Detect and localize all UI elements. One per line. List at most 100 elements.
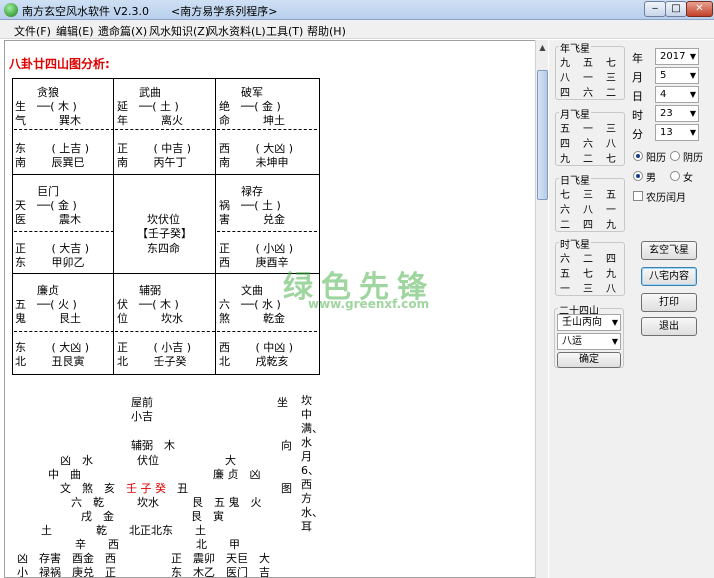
close-button[interactable]: ✕ [686,1,713,17]
hour-select[interactable]: 23 ▼ [655,105,699,122]
cell-line: 年 离火 [117,114,183,127]
cell-line: 位 坎水 [117,312,183,325]
hour-star: 二 [583,254,593,265]
menu-yiming[interactable]: 遗命篇(X) [98,23,147,39]
menu-edit[interactable]: 编辑(E) [56,23,94,39]
year-star-label: 年飞星 [559,40,591,55]
print-button[interactable]: 打印 [641,293,697,312]
month-star: 三 [606,124,616,135]
watermark-url: www.greenxf.com [308,297,430,311]
minimize-button[interactable]: ‒ [644,1,666,17]
cell-line: 命 坤土 [219,114,285,127]
dropdown-arrow-icon: ▼ [611,318,618,327]
grid-bottom-border [12,374,320,375]
xuankong-button[interactable]: 玄空飞星 [641,241,697,260]
analysis-document: 八卦廿四山图分析: 贪狼 生 ──( 木 ) 气 巽木 东 ( 上吉 ) 南 辰… [4,40,548,578]
grid-divider [12,174,320,175]
year-star: 七 [606,58,616,69]
year-star: 六 [583,88,593,99]
day-select[interactable]: 4 ▼ [655,86,699,103]
month-star: 五 [560,124,570,135]
male-label: 男 [646,173,656,184]
grid-right-border [319,78,320,374]
sit-label: 坐 [277,396,288,409]
menu-tools[interactable]: 工具(T) [266,23,303,39]
month-label: 月 [632,71,643,84]
day-star: 六 [560,205,570,216]
center-ming: 东四命 [147,242,180,255]
scroll-up-icon[interactable]: ▲ [537,42,548,53]
female-radio[interactable] [670,171,680,181]
hour-label: 时 [632,109,643,122]
hour-star: 六 [560,254,570,265]
hour-star: 一 [560,284,570,295]
cell-separator [14,231,114,232]
year-star: 二 [606,88,616,99]
yun-select[interactable]: 八运 ▼ [557,333,621,350]
male-radio[interactable] [633,171,643,181]
female-label: 女 [683,173,693,184]
year-star: 九 [560,58,570,69]
dropdown-arrow-icon: ▼ [689,109,696,118]
day-star: 五 [606,190,616,201]
day-star: 三 [583,190,593,201]
minute-select[interactable]: 13 ▼ [655,124,699,141]
day-star: 一 [606,205,616,216]
hour-star: 三 [583,284,593,295]
cell-line: 医 震木 [15,213,81,226]
hour-star: 八 [606,284,616,295]
cell-line: 北 丑艮寅 [15,355,85,368]
window-title: 南方玄空风水软件 V2.3.0 <南方易学系列程序> [22,5,278,18]
house-front-value: 小吉 [131,410,153,423]
bazhai-button[interactable]: 八宅内容 [641,267,697,286]
cell-separator [217,129,317,130]
grid-divider [215,78,216,374]
day-star: 七 [560,190,570,201]
cell-line: 南 丙午丁 [117,156,187,169]
cell-line: 南 辰巽巳 [15,156,85,169]
right-column-text: 坎中满、水月6、西方水、耳 [301,394,323,533]
maximize-button[interactable]: □ [665,1,687,17]
exit-button[interactable]: 退出 [641,317,697,336]
menu-fengshui-knowledge[interactable]: 风水知识(Z) [149,23,209,39]
cell-separator [217,331,317,332]
mountain-select[interactable]: 壬山丙向 ▼ [557,314,621,331]
menu-file[interactable]: 文件(F) [14,23,51,39]
confirm-button[interactable]: 确定 [557,352,621,368]
cell-line: 害 兑金 [219,213,285,226]
day-star-label: 日飞星 [559,172,591,187]
cell-line: 北 壬子癸 [117,355,187,368]
scroll-thumb[interactable] [537,70,548,200]
cell-separator [14,129,114,130]
cell-separator [217,231,317,232]
year-star: 八 [560,73,570,84]
solar-label: 阳历 [646,153,666,164]
grid-left-border [12,78,13,374]
hour-star-label: 时飞星 [559,236,591,251]
cell-line: 南 未坤申 [219,156,289,169]
hour-star: 七 [583,269,593,280]
vertical-scrollbar[interactable]: ▲ [535,40,548,578]
leap-month-checkbox[interactable] [633,191,643,201]
hour-star: 九 [606,269,616,280]
month-star-label: 月飞星 [559,106,591,121]
cell-line: 气 巽木 [15,114,81,127]
grid-divider [113,78,114,374]
month-star: 二 [583,154,593,165]
leap-month-label: 农历闰月 [646,193,686,204]
cell-line: 西 庚酉辛 [219,256,289,269]
solar-radio[interactable] [633,151,643,161]
diagram-line: 辅弼 木 [131,439,175,452]
month-star: 七 [606,154,616,165]
title-bar: 南方玄空风水软件 V2.3.0 <南方易学系列程序> ‒ □ ✕ [0,0,714,20]
year-star: 三 [606,73,616,84]
day-star: 四 [583,220,593,231]
month-select[interactable]: 5 ▼ [655,67,699,84]
lunar-radio[interactable] [670,151,680,161]
year-select[interactable]: 2017 ▼ [655,48,699,65]
dropdown-arrow-icon: ▼ [611,337,618,346]
menu-help[interactable]: 帮助(H) [307,23,346,39]
cell-line: 东 甲卯乙 [15,256,85,269]
cell-line: 北 戌乾亥 [219,355,289,368]
menu-fengshui-data[interactable]: 风水资料(L) [207,23,266,39]
